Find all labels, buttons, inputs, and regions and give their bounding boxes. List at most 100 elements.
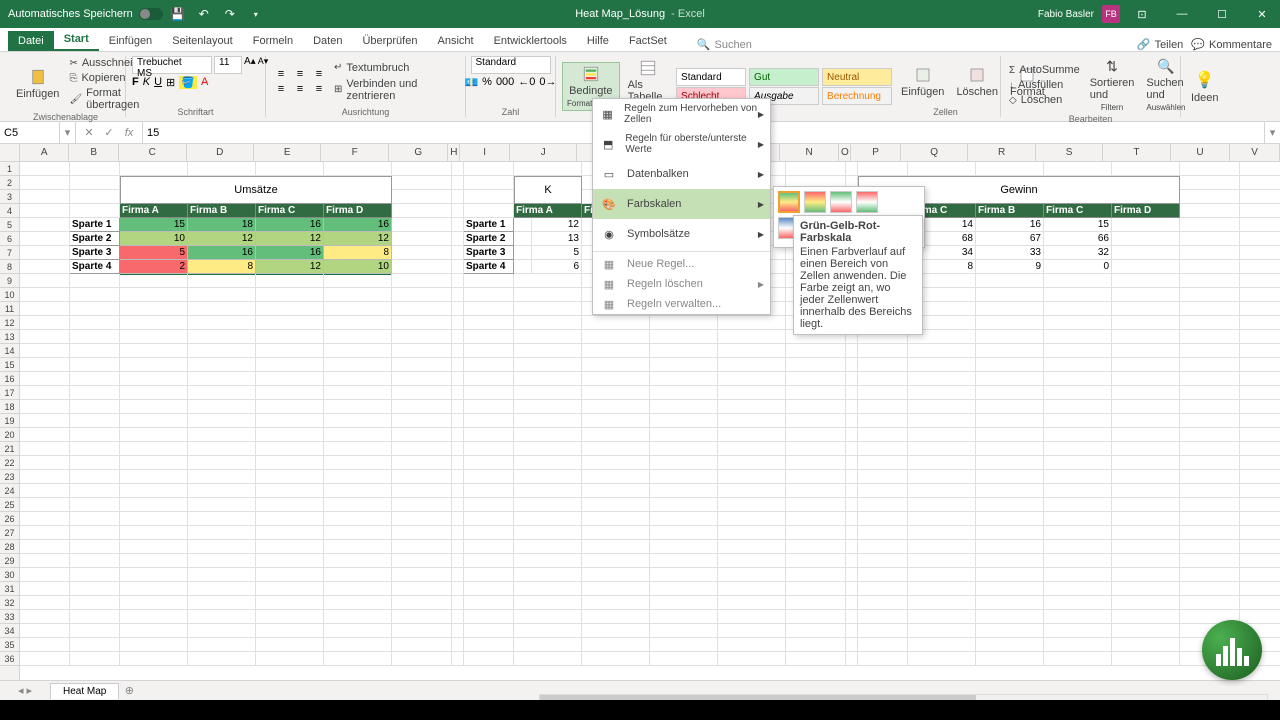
cell[interactable] — [324, 470, 392, 484]
cell[interactable] — [1112, 484, 1180, 498]
cell[interactable]: 16 — [256, 246, 324, 260]
cell[interactable] — [20, 372, 70, 386]
cell[interactable] — [718, 386, 786, 400]
cell[interactable] — [908, 414, 976, 428]
accounting-format-icon[interactable]: 💶 — [464, 76, 478, 89]
cell[interactable] — [650, 624, 718, 638]
cell[interactable] — [188, 386, 256, 400]
col-header-T[interactable]: T — [1103, 144, 1170, 161]
cell[interactable] — [392, 302, 452, 316]
enter-formula-icon[interactable]: ✓ — [100, 126, 118, 139]
tab-insert[interactable]: Einfügen — [99, 31, 162, 51]
cell[interactable] — [858, 386, 908, 400]
cell[interactable] — [718, 554, 786, 568]
cell[interactable] — [976, 498, 1044, 512]
cell[interactable] — [514, 358, 582, 372]
cell[interactable] — [256, 330, 324, 344]
cell[interactable] — [514, 540, 582, 554]
row-header-25[interactable]: 25 — [0, 498, 19, 512]
cell[interactable] — [452, 484, 464, 498]
cell[interactable] — [188, 568, 256, 582]
cell[interactable] — [976, 400, 1044, 414]
cell[interactable] — [1240, 484, 1280, 498]
cell[interactable] — [718, 540, 786, 554]
cell[interactable] — [70, 176, 120, 190]
row-header-20[interactable]: 20 — [0, 428, 19, 442]
cell[interactable] — [324, 316, 392, 330]
style-gut[interactable]: Gut — [749, 68, 819, 86]
cell[interactable] — [514, 498, 582, 512]
row-header-9[interactable]: 9 — [0, 274, 19, 288]
cell[interactable] — [514, 442, 582, 456]
cell[interactable]: 8 — [324, 246, 392, 260]
cell[interactable] — [858, 498, 908, 512]
cell[interactable] — [858, 526, 908, 540]
cell[interactable] — [1112, 428, 1180, 442]
qat-customize-icon[interactable]: ▾ — [245, 3, 267, 25]
cell[interactable] — [392, 344, 452, 358]
cell[interactable] — [120, 512, 188, 526]
cell[interactable] — [908, 638, 976, 652]
menu-new-rule[interactable]: ▦Neue Regel... — [593, 254, 770, 274]
cell[interactable] — [858, 358, 908, 372]
cell[interactable] — [452, 274, 464, 288]
cell[interactable] — [718, 624, 786, 638]
close-icon[interactable]: ✕ — [1244, 0, 1280, 28]
cell[interactable] — [1112, 302, 1180, 316]
cell[interactable] — [514, 344, 582, 358]
cell[interactable] — [1112, 162, 1180, 176]
cell[interactable] — [20, 246, 70, 260]
cell[interactable] — [514, 386, 582, 400]
cell[interactable] — [452, 204, 464, 218]
cell[interactable] — [858, 484, 908, 498]
cell[interactable] — [392, 204, 452, 218]
cell[interactable] — [464, 344, 514, 358]
cell[interactable] — [582, 540, 650, 554]
cell[interactable]: 12 — [188, 232, 256, 246]
cell[interactable] — [650, 386, 718, 400]
cell[interactable] — [120, 442, 188, 456]
cell[interactable] — [392, 162, 452, 176]
cell[interactable] — [846, 582, 858, 596]
cell[interactable] — [1180, 330, 1240, 344]
cell[interactable]: 16 — [256, 218, 324, 232]
cell[interactable] — [786, 372, 846, 386]
cell[interactable] — [188, 652, 256, 666]
cell[interactable] — [786, 638, 846, 652]
cell[interactable] — [392, 428, 452, 442]
cell[interactable] — [1112, 624, 1180, 638]
cell[interactable]: Sparte 3 — [464, 246, 514, 260]
cell[interactable] — [786, 400, 846, 414]
tab-help[interactable]: Hilfe — [577, 31, 619, 51]
cell[interactable] — [1180, 484, 1240, 498]
cell[interactable] — [1240, 358, 1280, 372]
cell[interactable] — [786, 414, 846, 428]
cell[interactable] — [582, 526, 650, 540]
row-header-27[interactable]: 27 — [0, 526, 19, 540]
cell[interactable] — [1112, 400, 1180, 414]
cell[interactable] — [650, 372, 718, 386]
cell[interactable] — [452, 596, 464, 610]
cell[interactable] — [976, 554, 1044, 568]
cell[interactable] — [20, 638, 70, 652]
cell[interactable] — [582, 652, 650, 666]
cell[interactable] — [452, 400, 464, 414]
cell[interactable] — [70, 540, 120, 554]
cell[interactable] — [1044, 414, 1112, 428]
cell[interactable] — [452, 386, 464, 400]
cell[interactable] — [582, 596, 650, 610]
col-header-U[interactable]: U — [1171, 144, 1231, 161]
cell[interactable] — [1112, 372, 1180, 386]
cell[interactable] — [1044, 554, 1112, 568]
tab-view[interactable]: Ansicht — [427, 31, 483, 51]
cell[interactable] — [70, 484, 120, 498]
cell[interactable] — [1112, 638, 1180, 652]
cell[interactable] — [20, 162, 70, 176]
cell[interactable] — [1044, 526, 1112, 540]
cell[interactable] — [1044, 372, 1112, 386]
cell[interactable] — [1180, 442, 1240, 456]
cell[interactable] — [452, 568, 464, 582]
style-neutral[interactable]: Neutral — [822, 68, 892, 86]
cell[interactable] — [392, 330, 452, 344]
cell[interactable] — [120, 652, 188, 666]
